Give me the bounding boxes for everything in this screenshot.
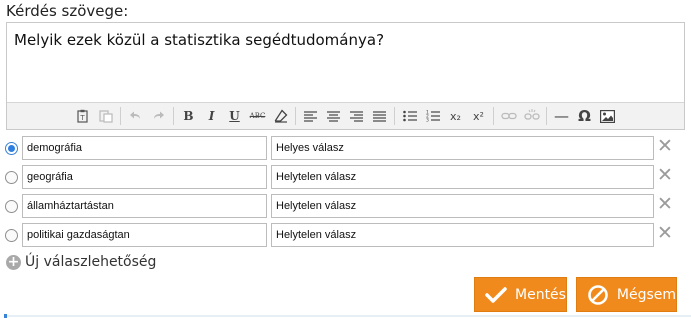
remove-answer-icon[interactable]: ✕ <box>657 224 673 243</box>
toolbar-separator <box>173 107 174 125</box>
answer-input[interactable]: politikai gazdaságtan <box>22 223 267 247</box>
correct-answer-radio[interactable] <box>5 229 18 242</box>
toolbar-separator <box>295 107 296 125</box>
feedback-input[interactable]: Helytelen válasz <box>271 165 654 189</box>
svg-text:T: T <box>79 114 85 122</box>
svg-text:3: 3 <box>426 118 429 123</box>
strikethrough-icon[interactable]: ABC <box>246 105 269 127</box>
subscript-icon[interactable]: x₂ <box>444 105 467 127</box>
numbered-list-icon[interactable]: 123 <box>421 105 444 127</box>
editor-toolbar: T B I U ABC 1 2 3 x₂ x² — Ω <box>7 102 684 129</box>
cancel-button[interactable]: Mégsem <box>576 277 677 312</box>
image-icon[interactable] <box>596 105 619 127</box>
eraser-icon[interactable] <box>269 105 292 127</box>
plus-circle-icon: + <box>6 253 21 270</box>
italic-icon[interactable]: I <box>200 105 223 127</box>
answer-row: politikai gazdaságtan Helytelen válasz ✕ <box>0 223 691 249</box>
save-button-label: Mentés <box>515 286 566 303</box>
feedback-input[interactable]: Helytelen válasz <box>271 194 654 218</box>
save-button[interactable]: Mentés <box>474 277 567 312</box>
remove-answer-icon[interactable]: ✕ <box>657 137 673 156</box>
question-editor[interactable]: Melyik ezek közül a statisztika segédtud… <box>6 22 685 130</box>
correct-answer-radio[interactable] <box>5 142 18 155</box>
answer-row: demográfia Helyes válasz ✕ <box>0 136 691 162</box>
omega-icon[interactable]: Ω <box>573 105 596 127</box>
align-right-icon[interactable] <box>345 105 368 127</box>
feedback-input[interactable]: Helytelen válasz <box>271 223 654 247</box>
paste-text-icon[interactable]: T <box>71 105 94 127</box>
answer-row: államháztartástan Helytelen válasz ✕ <box>0 194 691 220</box>
answer-input[interactable]: államháztartástan <box>22 194 267 218</box>
align-justify-icon[interactable] <box>368 105 391 127</box>
toolbar-separator <box>120 107 121 125</box>
answer-row: geográfia Helytelen válasz ✕ <box>0 165 691 191</box>
align-center-icon[interactable] <box>322 105 345 127</box>
answer-input[interactable]: demográfia <box>22 136 267 160</box>
bottom-divider-marker <box>4 314 7 318</box>
paste-word-icon[interactable] <box>94 105 117 127</box>
cancel-button-label: Mégsem <box>616 286 676 303</box>
question-text[interactable]: Melyik ezek közül a statisztika segédtud… <box>14 31 384 49</box>
add-answer-option[interactable]: + Új válaszlehetőség <box>6 254 156 270</box>
checkmark-icon <box>481 286 511 304</box>
question-label: Kérdés szövege: <box>6 2 129 20</box>
toolbar-separator <box>546 107 547 125</box>
correct-answer-radio[interactable] <box>5 171 18 184</box>
redo-icon[interactable] <box>147 105 170 127</box>
bullet-list-icon[interactable] <box>398 105 421 127</box>
bold-icon[interactable]: B <box>177 105 200 127</box>
remove-answer-icon[interactable]: ✕ <box>657 195 673 214</box>
toolbar-separator <box>493 107 494 125</box>
answer-input[interactable]: geográfia <box>22 165 267 189</box>
toolbar-separator <box>394 107 395 125</box>
align-left-icon[interactable] <box>299 105 322 127</box>
unlink-icon[interactable] <box>520 105 543 127</box>
bottom-divider <box>4 315 691 317</box>
underline-icon[interactable]: U <box>223 105 246 127</box>
feedback-input[interactable]: Helyes válasz <box>271 136 654 160</box>
remove-answer-icon[interactable]: ✕ <box>657 166 673 185</box>
undo-icon[interactable] <box>124 105 147 127</box>
link-icon[interactable] <box>497 105 520 127</box>
add-answer-option-label: Új válaszlehetőség <box>25 254 157 270</box>
cancel-circle-icon <box>583 284 613 306</box>
horizontal-rule-icon[interactable]: — <box>550 105 573 127</box>
correct-answer-radio[interactable] <box>5 200 18 213</box>
superscript-icon[interactable]: x² <box>467 105 490 127</box>
